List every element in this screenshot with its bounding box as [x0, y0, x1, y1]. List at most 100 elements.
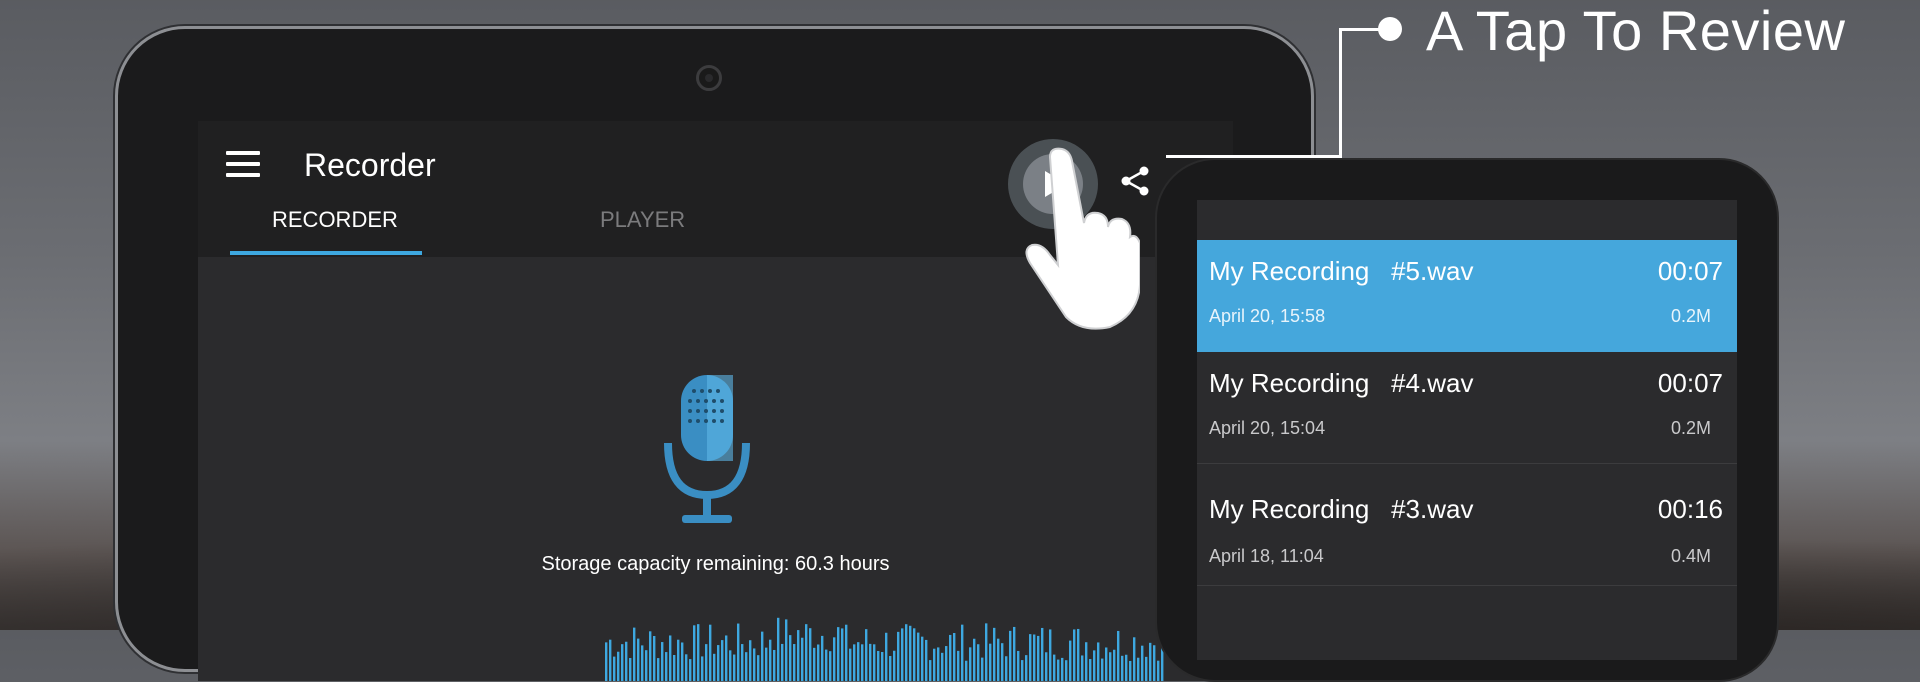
waveform-bar: [1069, 640, 1072, 681]
waveform-bar: [909, 625, 912, 681]
waveform-bar: [605, 642, 608, 681]
recording-size: 0.2M: [1670, 418, 1711, 438]
waveform-bar: [1157, 660, 1160, 681]
hand-pointer-icon: [1025, 147, 1140, 330]
waveform-bar: [725, 635, 728, 681]
waveform-bar: [1029, 634, 1032, 681]
waveform-bar: [681, 642, 684, 681]
waveform-bar: [1105, 647, 1108, 681]
waveform-bar: [661, 642, 664, 681]
waveform-bar: [913, 628, 916, 681]
waveform-bar: [1021, 660, 1024, 681]
recording-date: April 18, 11:04: [1209, 546, 1324, 566]
waveform-bar: [1013, 626, 1016, 681]
waveform-bar: [861, 644, 864, 681]
waveform-bar: [1025, 655, 1028, 681]
waveform-bar: [1125, 654, 1128, 681]
waveform-bar: [901, 628, 904, 681]
tab-player[interactable]: PLAYER: [600, 207, 685, 233]
waveform-bar: [881, 652, 884, 681]
recording-size: 0.2M: [1670, 306, 1711, 326]
storage-remaining-text: Storage capacity remaining: 60.3 hours: [541, 553, 890, 575]
recording-item-5[interactable]: My Recording #5.wav 00:07 April 20, 15:5…: [1197, 240, 1737, 352]
waveform-bar: [785, 619, 788, 681]
waveform-bar: [885, 632, 888, 681]
waveform-bar: [841, 628, 844, 681]
waveform-bar: [1113, 649, 1116, 681]
recording-item-4[interactable]: My Recording #4.wav 00:07 April 20, 15:0…: [1197, 352, 1737, 464]
waveform-bar: [793, 644, 796, 681]
waveform-bar: [689, 659, 692, 681]
waveform-bar: [893, 650, 896, 681]
waveform-bar: [1121, 655, 1124, 681]
waveform-bar: [829, 651, 832, 681]
waveform-bar: [917, 632, 920, 681]
waveform-bar: [1129, 660, 1132, 681]
recording-duration: 00:07: [1657, 368, 1723, 398]
waveform-bar: [1133, 637, 1136, 681]
waveform-bar: [613, 656, 616, 681]
waveform-bar: [1081, 655, 1084, 681]
recording-size: 0.4M: [1670, 546, 1711, 566]
waveform-bar: [653, 636, 656, 681]
waveform-bar: [941, 652, 944, 681]
callout-line: [1339, 28, 1342, 158]
waveform-bar: [1101, 658, 1104, 681]
hamburger-icon[interactable]: [226, 151, 260, 177]
waveform-bar: [837, 627, 840, 681]
waveform-bar: [701, 656, 704, 681]
waveform-bar: [1077, 628, 1080, 681]
waveform-bar: [645, 650, 648, 681]
recording-item-3[interactable]: My Recording #3.wav 00:16 April 18, 11:0…: [1197, 464, 1737, 586]
waveform-bar: [817, 644, 820, 681]
waveform-bar: [1005, 656, 1008, 681]
waveform-bar: [1041, 627, 1044, 681]
waveform-bar: [945, 646, 948, 681]
waveform-bar: [1117, 630, 1120, 681]
waveform-bar: [869, 643, 872, 681]
waveform-bar: [969, 647, 972, 681]
waveform-bar: [849, 648, 852, 681]
waveform-bar: [977, 644, 980, 681]
waveform-bar: [1001, 643, 1004, 681]
waveform-bar: [649, 631, 652, 681]
waveform-bar: [1097, 642, 1100, 681]
waveform-bar: [813, 647, 816, 681]
waveform-bar: [821, 635, 824, 681]
waveform-bar: [825, 649, 828, 681]
recording-date: April 20, 15:58: [1209, 306, 1326, 326]
waveform-bar: [933, 648, 936, 681]
tab-recorder[interactable]: RECORDER: [272, 207, 398, 233]
waveform-bar: [749, 640, 752, 681]
waveform-bar: [745, 652, 748, 681]
waveform-bar: [757, 655, 760, 681]
waveform-bar: [865, 629, 868, 681]
callout-caption: A Tap To Review: [1426, 0, 1846, 62]
microphone-icon: [664, 375, 750, 523]
waveform-bar: [1145, 656, 1148, 681]
recording-duration: 00:07: [1657, 256, 1723, 286]
camera-icon: [696, 65, 722, 91]
waveform-bar: [685, 654, 688, 681]
recording-name: My Recording #5.wav: [1209, 256, 1474, 286]
active-tab-indicator: [230, 251, 422, 255]
waveform-bar: [665, 652, 668, 681]
waveform-bar: [889, 655, 892, 681]
waveform-bar: [705, 644, 708, 681]
secondary-tablet-device: My Recording #5.wav 00:07 April 20, 15:5…: [1155, 158, 1779, 682]
waveform-bar: [981, 657, 984, 681]
waveform-bar: [693, 625, 696, 681]
waveform-bar: [1017, 650, 1020, 681]
waveform-bar: [1109, 652, 1112, 681]
waveform-bar: [873, 644, 876, 681]
waveform-bar: [777, 617, 780, 681]
waveform-bar: [1037, 635, 1040, 681]
waveform-bar: [997, 638, 1000, 681]
waveform-bar: [949, 634, 952, 681]
waveform-bar: [797, 630, 800, 681]
waveform-bar: [929, 660, 932, 681]
callout-dot: [1378, 17, 1402, 41]
audio-waveform: [605, 617, 1164, 681]
waveform-bar: [733, 654, 736, 681]
waveform-bar: [677, 639, 680, 681]
